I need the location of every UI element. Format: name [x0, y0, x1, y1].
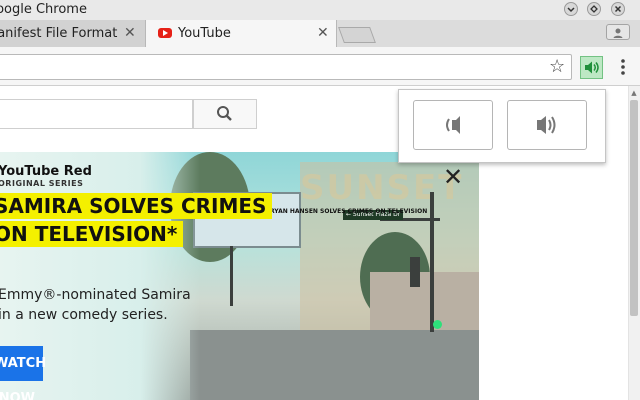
scrollbar-thumb[interactable] — [630, 100, 638, 316]
tab-label: YouTube — [178, 26, 231, 41]
profile-button[interactable] — [606, 24, 630, 40]
tab-youtube[interactable]: YouTube ✕ — [145, 20, 337, 47]
more-vert-icon — [621, 59, 625, 75]
tab-strip: Manifest File Format ✕ YouTube ✕ — [0, 20, 640, 47]
close-tab-icon[interactable]: ✕ — [124, 20, 136, 47]
watch-now-button[interactable]: WATCH NOW — [0, 346, 46, 400]
tab-manifest[interactable]: Manifest File Format ✕ — [0, 20, 146, 47]
close-icon — [614, 5, 622, 13]
traffic-light — [410, 257, 420, 287]
address-bar[interactable] — [0, 54, 572, 80]
youtube-search-button[interactable] — [193, 99, 257, 129]
maximize-button[interactable] — [587, 2, 601, 16]
volume-extension-button[interactable] — [580, 56, 603, 79]
volume-down-icon — [446, 116, 460, 134]
headline-line-2: ON TELEVISION* — [0, 221, 184, 247]
close-banner-icon[interactable]: ✕ — [440, 164, 466, 190]
youtube-red-logo: YouTube Red — [0, 164, 92, 179]
series-label: ORIGINAL SERIES — [0, 179, 84, 188]
promo-banner[interactable]: SUNSET ← Sunset Plaza Dr RYAN HANSEN SOL… — [0, 152, 479, 400]
headline-line-1: SAMIRA SOLVES CRIMES — [0, 193, 273, 219]
close-window-button[interactable] — [611, 2, 625, 16]
title-bar: Google Chrome — [0, 0, 640, 20]
street — [190, 330, 479, 400]
person-icon — [613, 28, 623, 38]
youtube-favicon-icon — [158, 28, 172, 38]
building-sign: SUNSET — [300, 168, 464, 208]
toolbar: ☆ — [0, 47, 640, 86]
tab-label: Manifest File Format — [0, 26, 118, 41]
maximize-icon — [590, 5, 598, 13]
chrome-menu-button[interactable] — [617, 56, 629, 78]
search-icon — [217, 106, 232, 121]
speaker-icon — [585, 61, 599, 74]
youtube-search-input[interactable] — [0, 99, 193, 129]
billboard-post — [230, 246, 233, 306]
description-line-2: in a new comedy series. — [0, 307, 168, 323]
bookmark-star-icon[interactable]: ☆ — [549, 55, 565, 79]
close-tab-icon[interactable]: ✕ — [317, 20, 329, 47]
minimize-button[interactable] — [564, 2, 578, 16]
window-title: Google Chrome — [0, 2, 87, 17]
description-line-1: Emmy®-nominated Samira — [0, 287, 191, 303]
billboard-text: RYAN HANSEN SOLVES CRIMES ON TELEVISION — [270, 208, 428, 215]
volume-up-button[interactable] — [507, 100, 587, 150]
green-signal — [433, 320, 442, 329]
minimize-icon — [567, 7, 575, 13]
traffic-pole — [430, 192, 434, 332]
scroll-up-arrow-icon[interactable]: ▲ — [628, 88, 640, 98]
new-tab-button[interactable] — [338, 27, 376, 43]
volume-down-button[interactable] — [413, 100, 493, 150]
volume-up-icon — [537, 116, 556, 134]
